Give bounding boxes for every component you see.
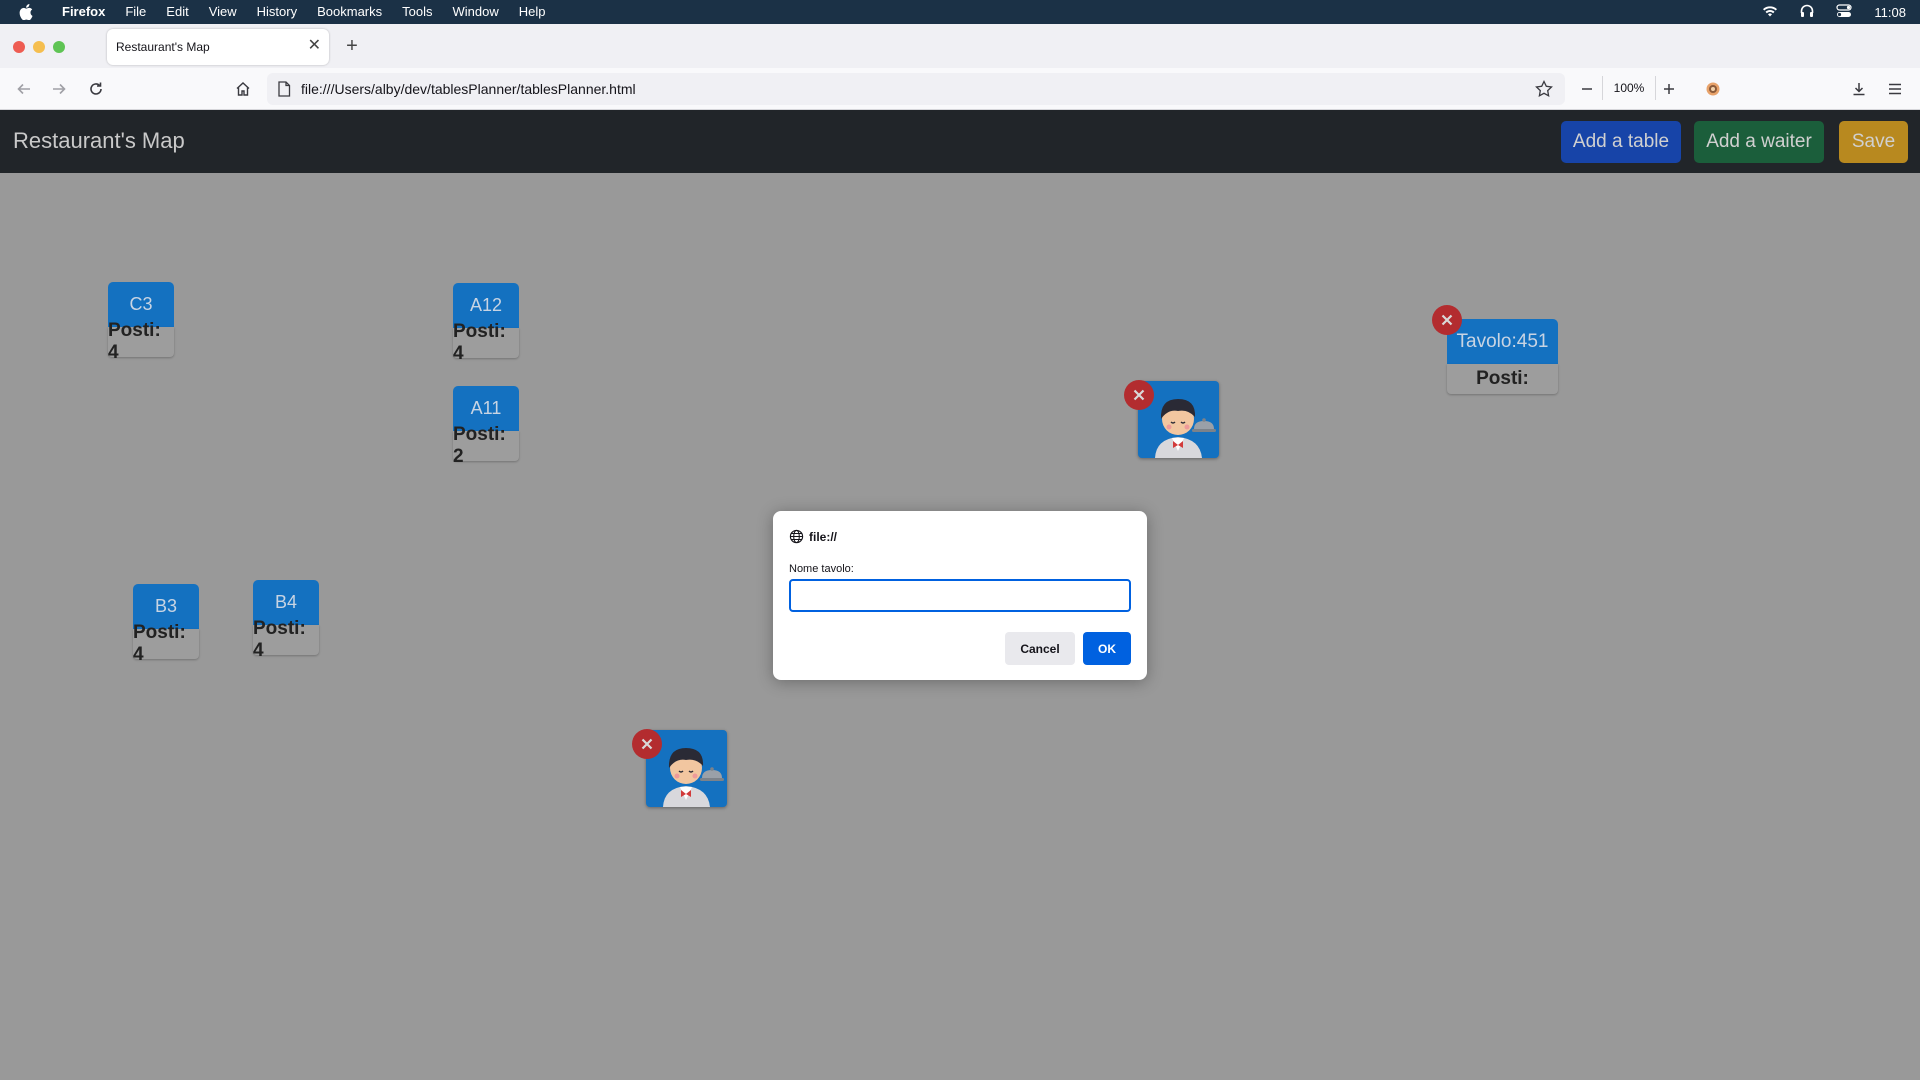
zoom-out-icon[interactable] (1575, 77, 1599, 101)
extension-icon[interactable] (1701, 77, 1725, 101)
save-button[interactable]: Save (1839, 121, 1908, 163)
table-card[interactable]: Tavolo:451 Posti: (1447, 319, 1558, 394)
window-minimize-button[interactable] (33, 41, 45, 53)
table-card[interactable]: B3 Posti: 4 (133, 584, 199, 665)
control-center-icon[interactable] (1836, 3, 1853, 21)
page-icon (277, 81, 291, 100)
bookmark-star-icon[interactable] (1535, 79, 1553, 101)
menu-window[interactable]: Window (443, 0, 509, 24)
add-waiter-button[interactable]: Add a waiter (1694, 121, 1824, 163)
close-tab-icon[interactable]: ✕ (308, 37, 321, 55)
cancel-button[interactable]: Cancel (1005, 632, 1075, 665)
new-tab-icon[interactable]: + (340, 34, 364, 58)
window-zoom-button[interactable] (53, 41, 65, 53)
table-card[interactable]: A11 Posti: 2 (453, 386, 519, 467)
table-seats: Posti: 4 (133, 622, 199, 665)
prompt-dialog: file:// Nome tavolo: Cancel OK (773, 511, 1147, 680)
browser-navbar: file:///Users/alby/dev/tablesPlanner/tab… (0, 68, 1920, 110)
back-icon[interactable] (12, 77, 36, 101)
globe-icon (789, 529, 804, 544)
app-brand[interactable]: Restaurant's Map (13, 128, 185, 154)
close-icon (1441, 314, 1453, 326)
ok-button[interactable]: OK (1083, 632, 1131, 665)
forward-icon[interactable] (47, 77, 71, 101)
menu-edit[interactable]: Edit (156, 0, 198, 24)
menu-view[interactable]: View (199, 0, 247, 24)
table-seats: Posti: (1447, 364, 1558, 394)
zoom-in-icon[interactable] (1657, 77, 1681, 101)
table-seats: Posti: 4 (108, 320, 174, 363)
close-icon (641, 738, 653, 750)
table-seats: Posti: 4 (453, 321, 519, 364)
zoom-level[interactable]: 100% (1602, 76, 1656, 100)
headphones-icon[interactable] (1800, 4, 1814, 21)
macos-menubar: Firefox File Edit View History Bookmarks… (0, 0, 1920, 24)
table-card[interactable]: A12 Posti: 4 (453, 283, 519, 364)
table-card[interactable]: C3 Posti: 4 (108, 282, 174, 363)
table-name: Tavolo:451 (1447, 319, 1558, 364)
url-text[interactable]: file:///Users/alby/dev/tablesPlanner/tab… (301, 81, 636, 97)
home-icon[interactable] (231, 77, 255, 101)
app-navbar: Restaurant's Map Add a table Add a waite… (0, 110, 1920, 173)
menu-history[interactable]: History (247, 0, 307, 24)
table-name-input[interactable] (789, 579, 1131, 612)
wifi-icon[interactable] (1762, 5, 1778, 20)
delete-table-button[interactable] (1432, 305, 1462, 335)
close-icon (1133, 389, 1145, 401)
table-card[interactable]: B4 Posti: 4 (253, 580, 319, 661)
menubar-clock[interactable]: 11:08 (1874, 5, 1906, 20)
delete-waiter-button[interactable] (1124, 380, 1154, 410)
dialog-origin-text: file:// (809, 529, 838, 544)
dialog-origin: file:// (789, 529, 837, 544)
url-bar[interactable]: file:///Users/alby/dev/tablesPlanner/tab… (267, 73, 1565, 105)
window-close-button[interactable] (13, 41, 25, 53)
browser-tab[interactable]: Restaurant's Map ✕ (107, 29, 329, 65)
menu-tools[interactable]: Tools (392, 0, 442, 24)
tab-title: Restaurant's Map (116, 40, 210, 54)
hamburger-menu-icon[interactable] (1883, 77, 1907, 101)
add-table-button[interactable]: Add a table (1561, 121, 1681, 163)
table-seats: Posti: 4 (253, 618, 319, 661)
reload-icon[interactable] (84, 77, 108, 101)
table-seats: Posti: 2 (453, 424, 519, 467)
downloads-icon[interactable] (1847, 77, 1871, 101)
menu-file[interactable]: File (115, 0, 156, 24)
dialog-prompt-label: Nome tavolo: (789, 563, 854, 575)
menu-bookmarks[interactable]: Bookmarks (307, 0, 392, 24)
delete-waiter-button[interactable] (632, 729, 662, 759)
menu-help[interactable]: Help (509, 0, 556, 24)
apple-icon[interactable] (0, 4, 52, 20)
menu-app-firefox[interactable]: Firefox (52, 0, 115, 24)
